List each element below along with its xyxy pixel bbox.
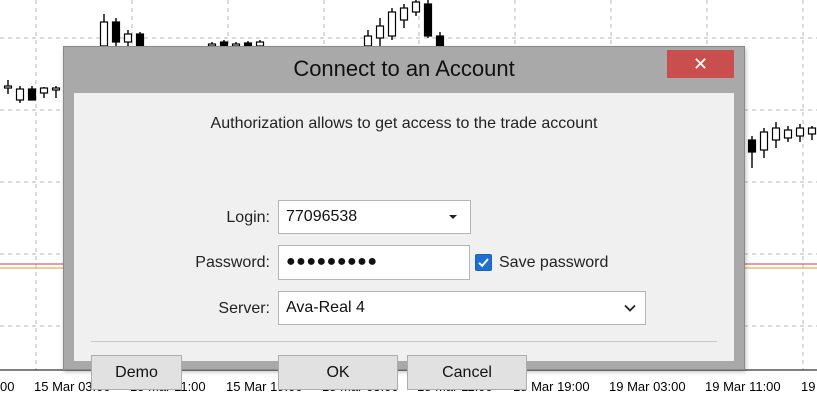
dialog-content: Authorization allows to get access to th… [74, 93, 734, 390]
time-label: 00 [0, 379, 14, 394]
dialog-title: Connect to an Account [293, 56, 515, 81]
candle-body [363, 35, 373, 47]
server-label: Server: [218, 300, 270, 317]
time-label: 19 [801, 379, 815, 394]
ok-button[interactable]: OK [278, 355, 398, 390]
server-combobox[interactable]: Ava-Real 4 [278, 291, 646, 325]
checkmark-icon [478, 258, 489, 268]
time-label: 19 Mar 11:00 [705, 379, 781, 394]
candle-body [807, 127, 817, 135]
authorization-info-text: Authorization allows to get access to th… [210, 115, 598, 132]
time-label: 19 Mar 03:00 [609, 379, 686, 394]
save-password-checkbox[interactable] [475, 254, 492, 271]
chevron-down-icon[interactable] [623, 301, 637, 315]
dialog-titlebar[interactable]: Connect to an Account ✕ [64, 47, 744, 93]
candle-body [51, 87, 61, 91]
candle-body [423, 3, 433, 37]
dropdown-caret-icon[interactable] [449, 215, 457, 219]
candle-body [411, 1, 421, 13]
candle-body [759, 131, 769, 151]
connect-account-dialog: Connect to an Account ✕ Authorization al… [63, 46, 745, 390]
candle-body [375, 25, 385, 39]
login-value: 77096538 [286, 208, 358, 225]
candle-body [99, 21, 109, 47]
candle-body [399, 7, 409, 21]
candle-body [135, 33, 145, 47]
close-icon: ✕ [692, 54, 709, 74]
candle-body [111, 21, 121, 43]
save-password-label[interactable]: Save password [499, 254, 608, 272]
candle-body [795, 127, 805, 137]
login-label: Login: [226, 209, 270, 226]
candle-body [3, 85, 13, 89]
password-label: Password: [195, 254, 270, 271]
candle-body [39, 87, 49, 94]
candle-body [123, 33, 133, 43]
candle-body [747, 139, 757, 153]
demo-button[interactable]: Demo [91, 355, 182, 390]
candle-body [27, 88, 37, 101]
candle-body [387, 11, 397, 37]
close-button[interactable]: ✕ [667, 50, 734, 78]
dialog-separator [91, 341, 717, 342]
password-value: ●●●●●●●●● [286, 253, 378, 270]
candle-body [435, 35, 445, 47]
server-value: Ava-Real 4 [286, 299, 365, 316]
cancel-button[interactable]: Cancel [407, 355, 527, 390]
candle-body [783, 129, 793, 139]
candle-body [771, 127, 781, 141]
password-field[interactable]: ●●●●●●●●● [278, 245, 470, 280]
candle-body [15, 88, 25, 101]
login-combobox[interactable]: 77096538 [278, 200, 471, 234]
